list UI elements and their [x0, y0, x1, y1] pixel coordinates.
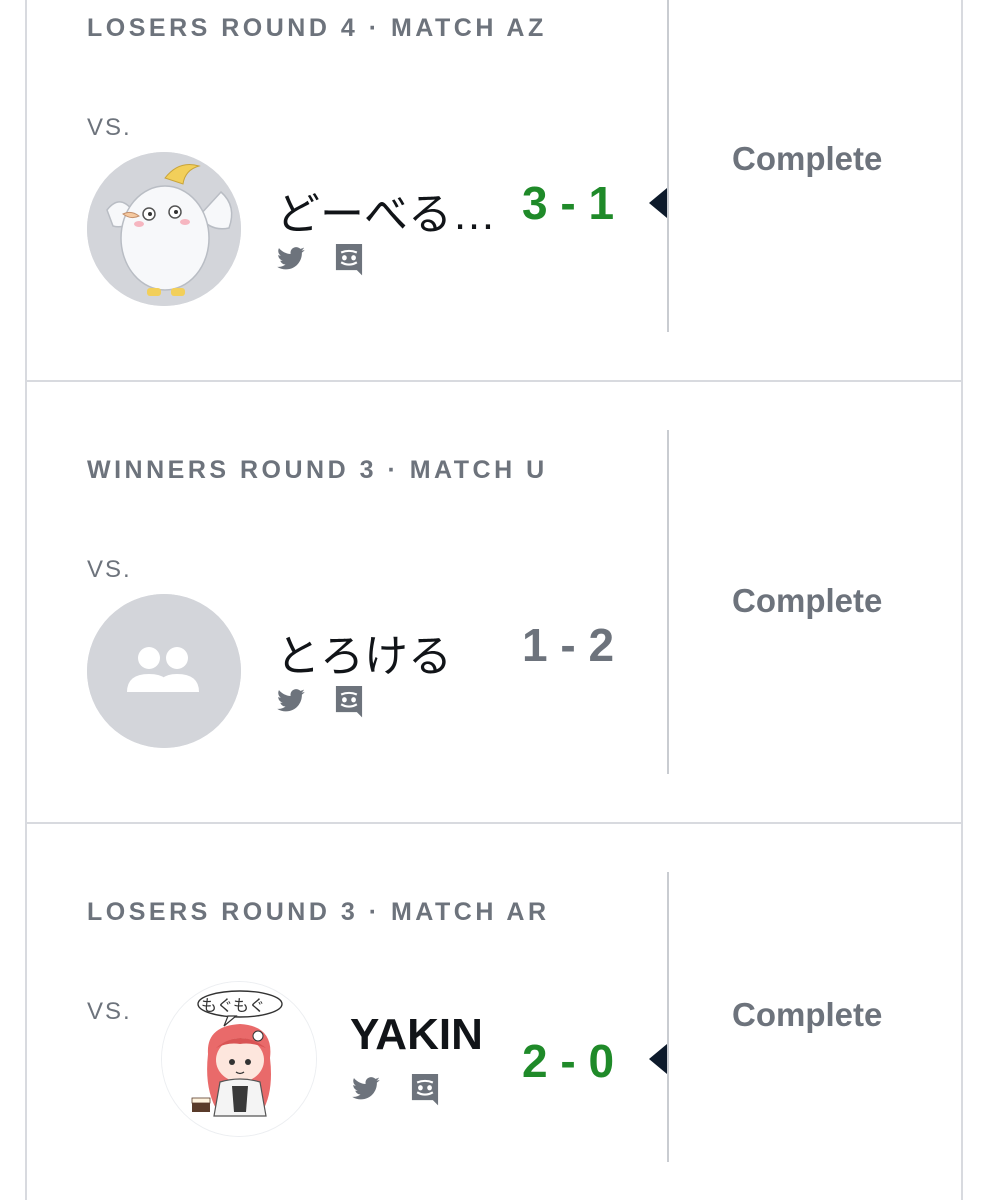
match-card[interactable]: WINNERS ROUND 3 · MATCH U VS. とろける 1 - 2… [25, 382, 963, 822]
match-title: WINNERS ROUND 3 · MATCH U [87, 456, 548, 484]
winner-indicator-arrow [649, 188, 667, 218]
opponent-name[interactable]: どーべる… [276, 178, 496, 242]
opponent-avatar[interactable] [87, 594, 241, 748]
twitter-icon[interactable] [276, 244, 306, 274]
match-card[interactable]: LOSERS ROUND 3 · MATCH AR VS. もぐもぐ YAKIN… [25, 824, 963, 1200]
vs-label: VS. [87, 998, 132, 1025]
match-score: 1 - 2 [522, 619, 615, 671]
discord-icon[interactable] [333, 686, 363, 718]
match-title: LOSERS ROUND 3 · MATCH AR [87, 898, 550, 926]
column-separator [667, 872, 669, 1162]
match-status: Complete [732, 996, 883, 1033]
bird-avatar-image [87, 152, 241, 306]
vs-label: VS. [87, 114, 132, 141]
opponent-avatar[interactable] [87, 152, 241, 306]
column-separator [667, 0, 669, 332]
discord-icon[interactable] [409, 1074, 439, 1106]
match-title: LOSERS ROUND 4 · MATCH AZ [87, 14, 547, 42]
discord-icon[interactable] [333, 244, 363, 276]
group-icon [87, 594, 241, 748]
match-status: Complete [732, 582, 883, 619]
vs-label: VS. [87, 556, 132, 583]
avatar-speech-bubble-text: もぐもぐ [201, 998, 266, 1015]
match-card[interactable]: LOSERS ROUND 4 · MATCH AZ VS. どーべる… 3 - … [25, 0, 963, 380]
twitter-icon[interactable] [276, 686, 306, 716]
match-status: Complete [732, 140, 883, 177]
opponent-name[interactable]: とろける [276, 620, 452, 684]
column-separator [667, 430, 669, 774]
match-score: 3 - 1 [522, 177, 615, 229]
twitter-icon[interactable] [351, 1074, 381, 1104]
match-score: 2 - 0 [522, 1035, 615, 1087]
opponent-name[interactable]: YAKIN [350, 1010, 483, 1060]
winner-indicator-arrow [649, 1044, 667, 1074]
